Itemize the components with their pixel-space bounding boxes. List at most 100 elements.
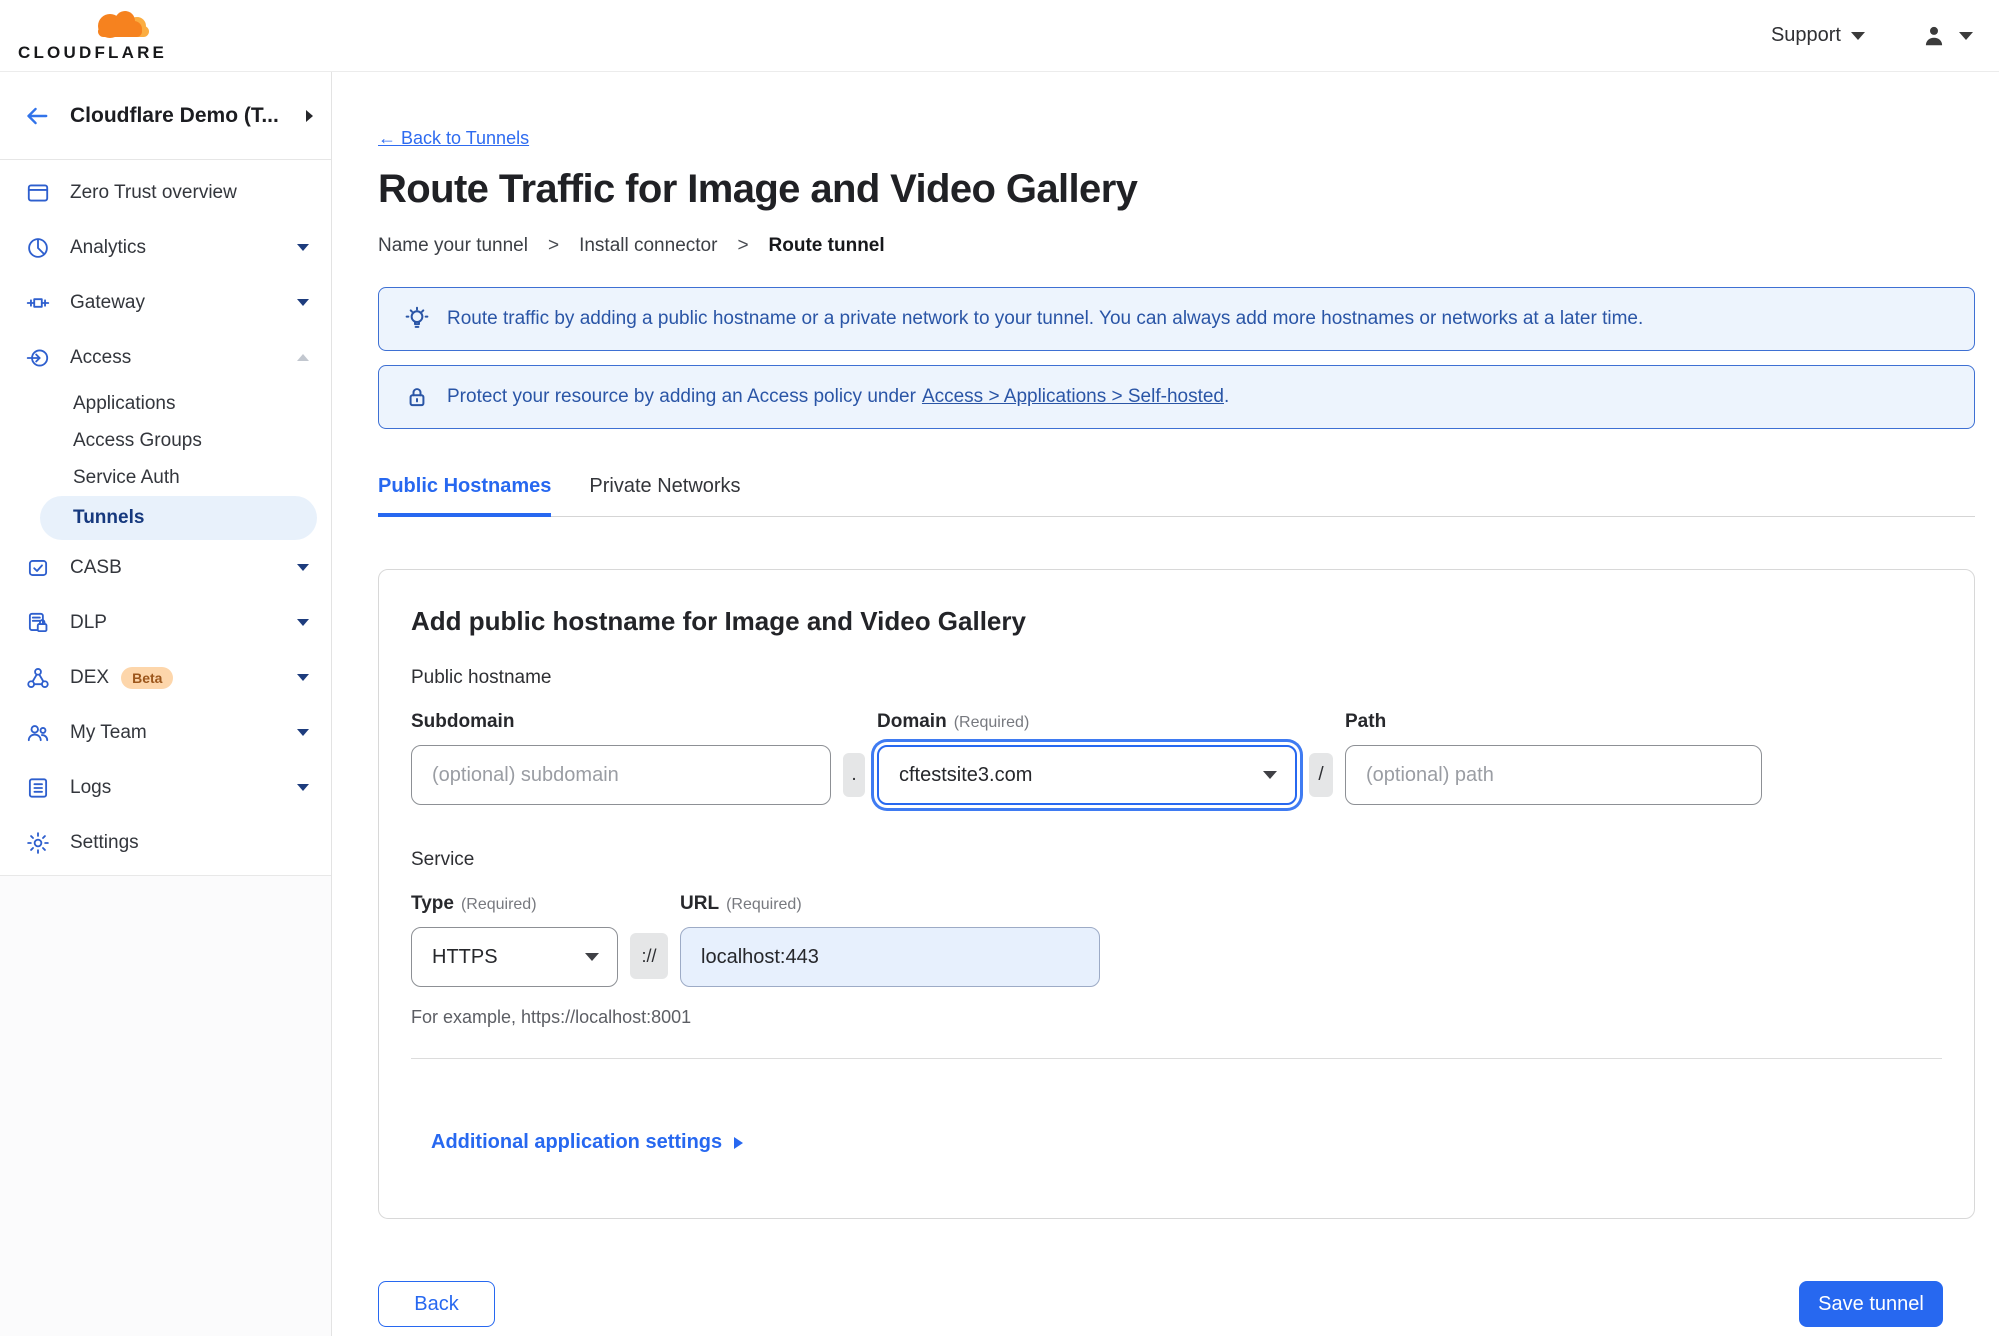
beta-badge: Beta xyxy=(121,666,174,689)
sidebar-item-my-team[interactable]: My Team xyxy=(0,705,331,760)
footer-actions: Back Save tunnel xyxy=(378,1281,1943,1327)
sidebar-item-tunnels[interactable]: Tunnels xyxy=(40,496,317,540)
service-url-input[interactable] xyxy=(680,927,1100,987)
expand-right-icon[interactable] xyxy=(306,109,313,122)
type-group: Type (Required) HTTPS xyxy=(411,893,618,987)
sidebar-item-settings[interactable]: Settings xyxy=(0,815,331,870)
hostname-field-row: Subdomain . Domain (Required) cftestsite3… xyxy=(411,711,1942,805)
lightbulb-icon xyxy=(403,305,431,333)
chevron-up-icon xyxy=(297,354,309,361)
user-menu[interactable] xyxy=(1921,23,1973,49)
access-applications-link[interactable]: Access > Applications > Self-hosted xyxy=(922,386,1224,407)
step-name-your-tunnel[interactable]: Name your tunnel xyxy=(378,235,528,257)
back-arrow-icon[interactable] xyxy=(24,103,50,129)
chevron-down-icon xyxy=(1851,31,1865,40)
public-hostname-card: Add public hostname for Image and Video … xyxy=(378,569,1975,1219)
sidebar-item-dlp[interactable]: DLP xyxy=(0,595,331,650)
service-type-select[interactable]: HTTPS xyxy=(411,927,618,987)
step-separator: > xyxy=(737,235,749,256)
domain-label: Domain xyxy=(877,711,947,732)
domain-group: Domain (Required) cftestsite3.com xyxy=(877,711,1297,805)
dot-separator: . xyxy=(843,753,865,797)
save-tunnel-button[interactable]: Save tunnel xyxy=(1799,1281,1943,1327)
domain-select[interactable]: cftestsite3.com xyxy=(877,745,1297,805)
path-label: Path xyxy=(1345,711,1387,732)
logs-icon xyxy=(25,775,51,801)
required-hint: (Required) xyxy=(726,896,802,913)
url-example-hint: For example, https://localhost:8001 xyxy=(411,1007,692,1027)
sidebar-item-zero-trust-overview[interactable]: Zero Trust overview xyxy=(0,165,331,220)
chevron-down-icon xyxy=(585,953,599,961)
chevron-down-icon xyxy=(297,784,309,791)
step-install-connector[interactable]: Install connector xyxy=(579,235,717,257)
required-hint: (Required) xyxy=(953,714,1030,731)
subdomain-label: Subdomain xyxy=(411,711,515,732)
sidebar-item-logs[interactable]: Logs xyxy=(0,760,331,815)
banner-text: Protect your resource by adding an Acces… xyxy=(447,386,1230,407)
scheme-separator: :// xyxy=(630,933,668,979)
tab-private-networks[interactable]: Private Networks xyxy=(589,475,740,516)
back-button[interactable]: Back xyxy=(378,1281,495,1327)
team-icon xyxy=(25,720,51,746)
lock-icon xyxy=(403,383,431,411)
step-separator: > xyxy=(547,235,560,256)
dex-icon xyxy=(25,665,51,691)
sidebar-item-access[interactable]: Access xyxy=(0,330,331,385)
access-icon xyxy=(25,345,51,371)
path-group: Path xyxy=(1345,711,1762,805)
cloudflare-cloud-icon xyxy=(98,10,149,38)
chevron-down-icon xyxy=(297,619,309,626)
analytics-icon xyxy=(25,235,51,261)
service-field-row: Type (Required) HTTPS :// URL (Required) xyxy=(411,893,1942,987)
gateway-icon xyxy=(25,290,51,316)
chevron-down-icon xyxy=(1959,31,1973,40)
sidebar-header: Cloudflare Demo (T... xyxy=(0,72,331,160)
public-hostname-section-label: Public hostname xyxy=(411,667,552,688)
overview-icon xyxy=(25,180,51,206)
banner-text: Route traffic by adding a public hostnam… xyxy=(447,308,1644,329)
sidebar-item-applications[interactable]: Applications xyxy=(0,385,331,422)
info-banner-access-policy: Protect your resource by adding an Acces… xyxy=(378,365,1975,429)
additional-application-settings-link[interactable]: Additional application settings xyxy=(431,1131,744,1154)
back-to-tunnels-link[interactable]: ← Back to Tunnels xyxy=(378,128,529,149)
subdomain-input[interactable] xyxy=(411,745,831,805)
sidebar-item-access-groups[interactable]: Access Groups xyxy=(0,422,331,459)
chevron-down-icon xyxy=(297,244,309,251)
service-section-label: Service xyxy=(411,849,475,870)
topbar: CLOUDFLARE Support xyxy=(0,0,1999,72)
path-input[interactable] xyxy=(1345,745,1762,805)
chevron-right-icon xyxy=(734,1136,744,1149)
info-banner-route-traffic: Route traffic by adding a public hostnam… xyxy=(378,287,1975,351)
support-label: Support xyxy=(1770,24,1841,46)
sidebar-item-casb[interactable]: CASB xyxy=(0,540,331,595)
domain-selected-value: cftestsite3.com xyxy=(899,763,1033,786)
slash-separator: / xyxy=(1309,753,1333,797)
sidebar-item-dex[interactable]: DEX Beta xyxy=(0,650,331,705)
tab-public-hostnames[interactable]: Public Hostnames xyxy=(378,475,552,517)
settings-icon xyxy=(25,830,51,856)
main-content: ← Back to Tunnels Route Traffic for Imag… xyxy=(332,72,1999,1336)
page-title: Route Traffic for Image and Video Galler… xyxy=(378,167,1138,211)
sidebar-item-gateway[interactable]: Gateway xyxy=(0,275,331,330)
sidebar-footer xyxy=(0,875,331,1336)
url-label: URL xyxy=(680,893,720,914)
account-name: Cloudflare Demo (T... xyxy=(70,103,279,127)
topbar-actions: Support xyxy=(1771,23,1973,49)
sidebar-nav: Zero Trust overview Analytics Gateway Ac… xyxy=(0,160,331,870)
chevron-down-icon xyxy=(297,729,309,736)
sidebar-item-analytics[interactable]: Analytics xyxy=(0,220,331,275)
card-title: Add public hostname for Image and Video … xyxy=(411,606,1026,636)
subdomain-group: Subdomain xyxy=(411,711,831,805)
wizard-steps: Name your tunnel > Install connector > R… xyxy=(378,235,1975,257)
cloudflare-zero-trust-dashboard: CLOUDFLARE Support Cloudflare Demo (T... xyxy=(0,0,1999,1336)
casb-icon xyxy=(25,555,51,581)
step-route-tunnel: Route tunnel xyxy=(768,235,885,256)
chevron-down-icon xyxy=(297,564,309,571)
type-label: Type xyxy=(411,893,454,914)
sidebar-item-service-auth[interactable]: Service Auth xyxy=(0,459,331,496)
cloudflare-logo[interactable]: CLOUDFLARE xyxy=(18,9,167,63)
support-menu[interactable]: Support xyxy=(1771,24,1865,47)
dlp-icon xyxy=(25,610,51,636)
chevron-down-icon xyxy=(297,299,309,306)
type-selected-value: HTTPS xyxy=(432,945,498,968)
